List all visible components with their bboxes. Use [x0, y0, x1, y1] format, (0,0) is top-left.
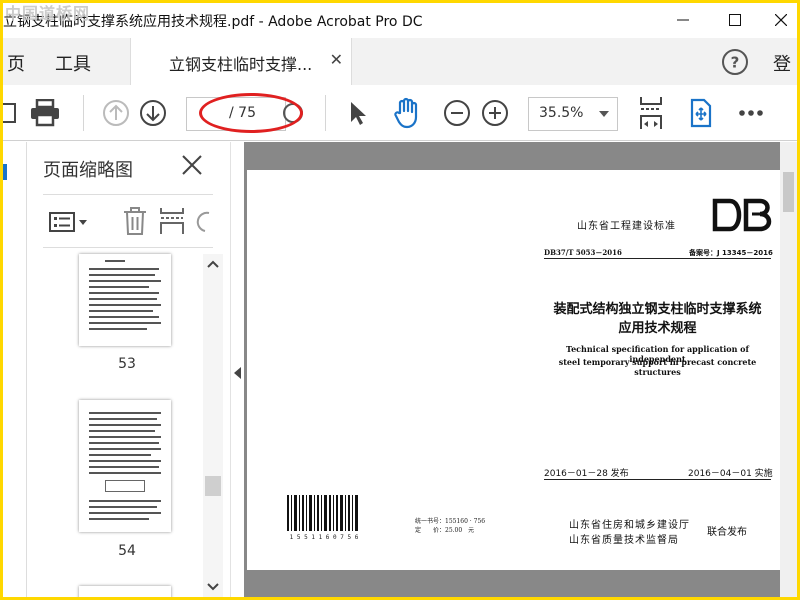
- arrow-down-icon: [140, 100, 166, 126]
- chevron-down-icon[interactable]: [207, 583, 219, 591]
- thumbnail-page-number: 54: [118, 543, 136, 559]
- next-page-button[interactable]: [135, 95, 171, 131]
- hand-icon: [394, 97, 418, 129]
- thumbnail-page-number: 53: [118, 356, 136, 372]
- arrow-up-icon: [103, 100, 129, 126]
- chevron-up-icon[interactable]: [207, 260, 219, 268]
- implement-date: 2016－04－01 实施: [688, 469, 773, 479]
- more-tools-button[interactable]: [733, 95, 769, 131]
- document-tab-label: 立钢支柱临时支撑...: [169, 55, 313, 74]
- divider: [544, 258, 771, 259]
- fit-page-icon: [640, 97, 662, 129]
- minimize-button[interactable]: [663, 7, 703, 33]
- barcode: 1 5 5 1 1 6 0 7 5 6: [287, 495, 359, 541]
- cursor-arrow-icon: [351, 102, 366, 125]
- save-icon[interactable]: [3, 95, 27, 131]
- page-thumbnail[interactable]: [79, 586, 171, 597]
- tab-bar: 页 工具 立钢支柱临时支撑... ✕ ? 登: [3, 38, 797, 85]
- printer-icon: [31, 99, 59, 127]
- close-window-button[interactable]: [761, 7, 797, 33]
- close-icon: [775, 14, 787, 26]
- close-pane-icon[interactable]: [179, 152, 205, 178]
- thumbnail-tools: [43, 194, 213, 248]
- doc-title-line1: 装配式结构独立钢支柱临时支撑系统: [553, 302, 762, 317]
- previous-page-button[interactable]: [98, 95, 134, 131]
- price: 定 价：25.00 元: [415, 527, 475, 534]
- zoom-select[interactable]: 35.5%: [528, 97, 618, 131]
- divider: [544, 479, 771, 480]
- record-number: 备案号：J 13345－2016: [689, 249, 773, 257]
- pane-title: 页面缩略图: [43, 160, 133, 181]
- issuer-1: 山东省住房和城乡建设厅: [569, 520, 690, 531]
- app-window: 立钢支柱临时支撑系统应用技术规程.pdf - Adobe Acrobat Pro…: [3, 3, 797, 597]
- doc-title-en-line2: steel temporary support in precast concr…: [558, 357, 757, 377]
- scrollbar-thumb[interactable]: [205, 476, 221, 496]
- collapse-arrow-icon[interactable]: [234, 367, 242, 379]
- bookmark-tab-indicator[interactable]: [3, 164, 7, 180]
- document-scrollbar[interactable]: [780, 142, 797, 597]
- chevron-down-icon: [599, 111, 609, 117]
- pdf-page: 山东省工程建设标准 DB DB37/T 5053－2016 备案号：J 1334…: [247, 170, 780, 570]
- rotate-view-button[interactable]: [683, 95, 719, 131]
- sign-in-button[interactable]: 登: [773, 50, 791, 76]
- title-bar: 立钢支柱临时支撑系统应用技术规程.pdf - Adobe Acrobat Pro…: [3, 3, 797, 38]
- fit-page-button[interactable]: [633, 95, 669, 131]
- issuer-2: 山东省质量技术监督局: [569, 535, 679, 546]
- svg-text:?: ?: [731, 54, 740, 72]
- doc-title-line2: 应用技术规程: [618, 321, 697, 336]
- pane-splitter[interactable]: [230, 142, 244, 597]
- toolbar-separator: [83, 95, 84, 131]
- db-logo: DB: [712, 198, 772, 232]
- thumbnail-pane: 页面缩略图 53 54: [27, 142, 230, 597]
- select-tool-button[interactable]: [340, 95, 376, 131]
- site-watermark: 中国道桥网: [5, 4, 91, 23]
- main-toolbar: / 75 35.5%: [3, 85, 797, 141]
- close-tab-icon[interactable]: ✕: [330, 50, 343, 69]
- joint-publish: 联合发布: [707, 527, 747, 538]
- tab-tools[interactable]: 工具: [55, 50, 91, 76]
- standard-category: 山东省工程建设标准: [577, 221, 676, 232]
- options-menu-icon[interactable]: [49, 211, 89, 233]
- page-thumbnail[interactable]: [79, 254, 171, 346]
- minus-circle-icon: [444, 100, 470, 126]
- plus-circle-icon: [482, 100, 508, 126]
- document-tab[interactable]: 立钢支柱临时支撑... ✕: [130, 38, 352, 85]
- barcode-number: 1 5 5 1 1 6 0 7 5 6: [290, 534, 359, 541]
- tab-home[interactable]: 页: [7, 50, 25, 76]
- zoom-in-button[interactable]: [477, 95, 513, 131]
- page-thumbnail[interactable]: [79, 400, 171, 532]
- navigation-strip: [3, 142, 27, 597]
- thumbnail-scrollbar[interactable]: [203, 254, 223, 597]
- document-view[interactable]: 山东省工程建设标准 DB DB37/T 5053－2016 备案号：J 1334…: [244, 142, 797, 597]
- unified-book-number: 统一书号：155160 · 756: [415, 518, 486, 525]
- scrollbar-thumb[interactable]: [783, 172, 794, 212]
- more-horizontal-icon: [739, 110, 763, 116]
- toolbar-separator: [325, 95, 326, 131]
- maximize-button[interactable]: [715, 7, 755, 33]
- minimize-icon: [677, 19, 689, 21]
- help-icon[interactable]: ?: [721, 48, 749, 76]
- hand-tool-button[interactable]: [389, 95, 425, 131]
- insert-page-icon[interactable]: [159, 207, 185, 235]
- trash-icon[interactable]: [123, 207, 147, 235]
- zoom-out-button[interactable]: [439, 95, 475, 131]
- standard-code: DB37/T 5053－2016: [544, 248, 622, 257]
- rotate-page-icon: [690, 98, 712, 128]
- rotate-icon[interactable]: [195, 207, 213, 235]
- red-annotation-ellipse: [199, 93, 303, 133]
- maximize-icon: [729, 14, 741, 26]
- print-button[interactable]: [27, 95, 63, 131]
- publish-date: 2016－01－28 发布: [544, 469, 629, 479]
- zoom-value: 35.5%: [539, 105, 584, 121]
